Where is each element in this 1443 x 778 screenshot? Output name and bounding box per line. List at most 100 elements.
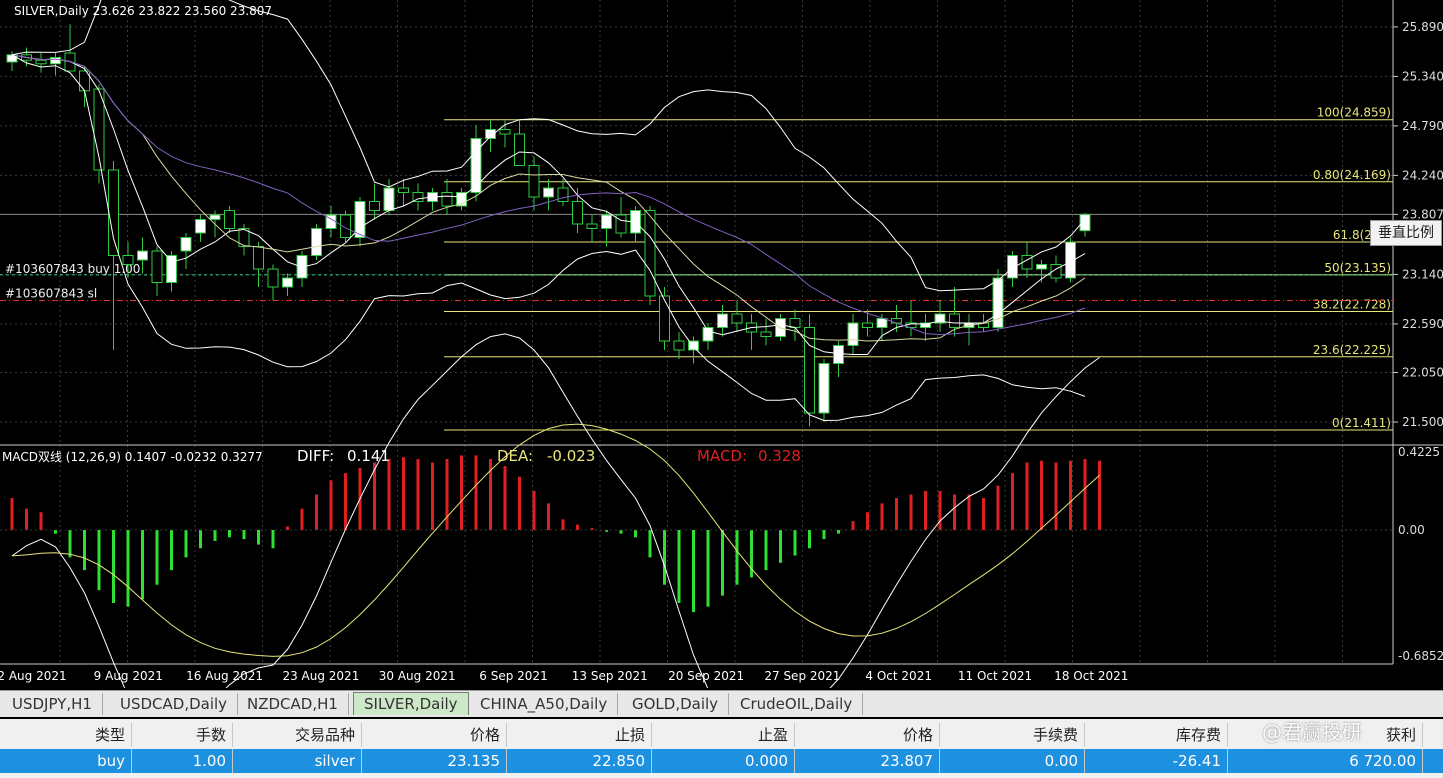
candle-body <box>557 187 569 202</box>
fib-level-label: 100(24.859) <box>1317 106 1391 120</box>
tab-china-a50-daily[interactable]: CHINA_A50,Daily <box>470 693 619 715</box>
candle-body <box>601 214 612 229</box>
candle-body <box>470 138 482 193</box>
candle-body <box>151 250 163 283</box>
candle-body <box>369 201 380 211</box>
candle-body <box>499 129 511 135</box>
candle-body <box>876 318 888 328</box>
candle-body <box>789 318 801 328</box>
candle-body <box>311 228 322 256</box>
table-header-cell[interactable]: 手数 <box>132 723 233 747</box>
watermark: @君赢投研 <box>1262 720 1362 744</box>
candle-body <box>137 250 148 261</box>
vertical-scale-button[interactable]: 垂直比例 <box>1370 220 1442 246</box>
macd-value: 0.328 <box>758 447 801 465</box>
tab-crudeoil-daily[interactable]: CrudeOIL,Daily <box>730 693 864 715</box>
table-cell[interactable]: -26.41 <box>1085 749 1228 773</box>
tab-gold-daily[interactable]: GOLD,Daily <box>622 693 730 715</box>
candle-body <box>50 57 61 65</box>
order-sl-label: #103607843 sl <box>5 287 97 301</box>
candle-body <box>224 210 235 229</box>
dea-label: DEA: <box>497 447 533 465</box>
chart-canvas[interactable]: 25.89025.34024.79024.24023.80723.14022.5… <box>0 0 1443 732</box>
date-axis-label: 9 Aug 2021 <box>94 669 163 683</box>
table-header-cell[interactable]: 手续费 <box>940 723 1085 747</box>
candle-body <box>818 363 830 414</box>
candle-body <box>702 327 714 342</box>
bollinger-lower-line <box>11 54 1086 422</box>
candle-body <box>35 59 47 65</box>
tab-usdcad-daily[interactable]: USDCAD,Daily <box>110 693 239 715</box>
candle-body <box>180 237 192 252</box>
table-header-cell[interactable]: 价格 <box>795 723 940 747</box>
candle-body <box>731 313 743 324</box>
date-axis-label: 30 Aug 2021 <box>379 669 456 683</box>
tab-usdjpy-h1[interactable]: USDJPY,H1 <box>2 693 103 715</box>
candle-body <box>717 313 728 328</box>
price-axis-label: 25.340 <box>1402 69 1443 83</box>
table-cell[interactable]: 1.00 <box>132 749 233 773</box>
diff-label: DIFF: <box>297 447 334 465</box>
candle-body <box>267 268 279 288</box>
date-axis-label: 27 Sep 2021 <box>764 669 840 683</box>
candle-body <box>398 187 409 193</box>
price-axis-label: 24.790 <box>1402 119 1443 133</box>
fib-level-label: 0.80(24.169) <box>1313 168 1391 182</box>
macd-label: MACD: <box>697 447 747 465</box>
macd-axis-label: 0.00 <box>1398 523 1425 537</box>
candle-body <box>833 345 844 364</box>
table-cell[interactable]: 22.850 <box>507 749 652 773</box>
fib-level-label: 23.6(22.225) <box>1313 343 1391 357</box>
price-axis-label: 24.240 <box>1402 168 1443 182</box>
macd-title-text: MACD双线 (12,26,9) 0.1407 -0.0232 0.3277 <box>2 450 263 464</box>
candle-body <box>1079 213 1091 232</box>
table-cell[interactable]: buy <box>0 749 132 773</box>
candle-body <box>528 165 540 198</box>
fib-level-label: 50(23.135) <box>1324 261 1391 275</box>
date-axis-label: 20 Sep 2021 <box>668 669 744 683</box>
candle-body <box>659 295 670 342</box>
candle-body <box>122 255 134 265</box>
tab-silver-daily[interactable]: SILVER,Daily <box>353 692 469 715</box>
table-header-cell[interactable]: 类型 <box>0 723 132 747</box>
table-cell[interactable]: 0.000 <box>652 749 795 773</box>
date-axis-label: 13 Sep 2021 <box>572 669 648 683</box>
candle-body <box>354 201 366 238</box>
date-axis-label: 4 Oct 2021 <box>865 669 932 683</box>
price-axis-label: 22.050 <box>1402 366 1443 380</box>
price-axis-label: 22.590 <box>1402 317 1443 331</box>
date-axis-label: 6 Sep 2021 <box>479 669 547 683</box>
table-header-cell[interactable]: 价格 <box>362 723 507 747</box>
candle-body <box>543 187 554 198</box>
table-header-cell[interactable]: 交易品种 <box>233 723 362 747</box>
fib-level-label: 38.2(22.728) <box>1313 297 1391 311</box>
table-header-cell[interactable]: 止损 <box>507 723 652 747</box>
date-axis-label: 23 Aug 2021 <box>282 669 359 683</box>
date-axis-label: 18 Oct 2021 <box>1054 669 1128 683</box>
candle-body <box>847 322 859 346</box>
candle-body <box>253 246 264 270</box>
table-header-cell[interactable]: 止盈 <box>652 723 795 747</box>
candle-body <box>1036 264 1047 270</box>
macd-diff-line <box>11 333 1100 732</box>
candle-body <box>166 255 177 283</box>
candle-body <box>760 331 772 337</box>
table-cell[interactable]: 6 720.00 <box>1228 749 1423 773</box>
table-cell[interactable]: 23.135 <box>362 749 507 773</box>
candle-body <box>673 340 685 351</box>
tab-nzdcad-h1[interactable]: NZDCAD,H1 <box>237 693 349 715</box>
table-cell[interactable]: silver <box>233 749 362 773</box>
trade-table: 类型 手数 交易品种 价格 止损 止盈 价格 手续费 库存费 获利 buy 1.00 silver 23.… <box>0 719 1443 778</box>
table-cell[interactable]: 0.00 <box>940 749 1085 773</box>
table-header-cell[interactable]: 库存费 <box>1085 723 1228 747</box>
price-axis-label: 23.140 <box>1402 267 1443 281</box>
candle-body <box>514 133 525 166</box>
candle-body <box>383 187 395 211</box>
table-cell[interactable]: 23.807 <box>795 749 940 773</box>
price-chart[interactable]: 25.890 25.340 24.790 24.240 23.807 23.140 22.5… <box>0 0 1443 732</box>
dea-value: -0.023 <box>547 447 595 465</box>
candle-body <box>949 313 960 328</box>
bollinger-upper-line <box>11 0 1086 292</box>
diff-value: 0.141 <box>347 447 390 465</box>
macd-axis-label: -0.6852 <box>1398 649 1443 663</box>
